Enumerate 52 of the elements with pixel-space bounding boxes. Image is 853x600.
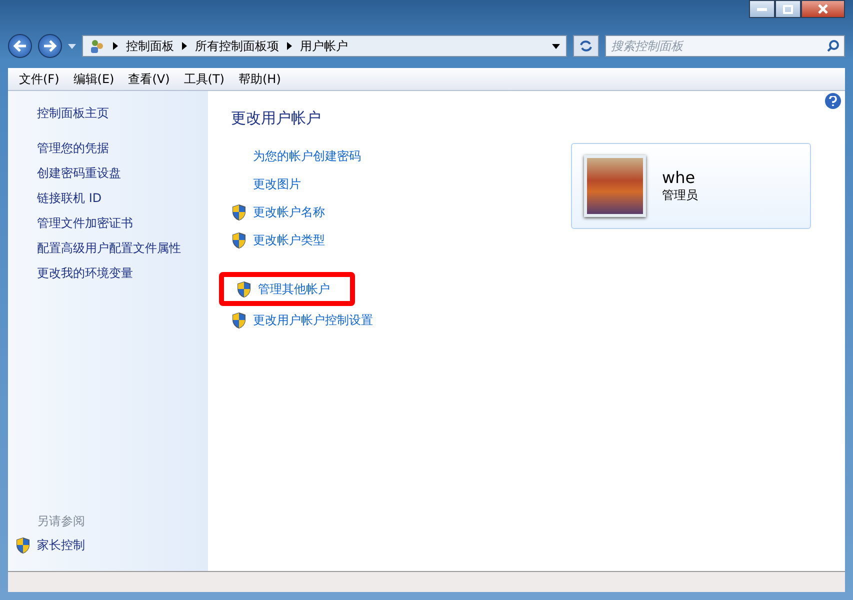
refresh-icon (579, 40, 593, 52)
task-link[interactable]: 更改图片 (231, 172, 321, 196)
refresh-button[interactable] (573, 35, 599, 57)
task-link[interactable]: 更改帐户名称 (231, 200, 345, 224)
search-icon (827, 40, 839, 52)
close-icon (818, 4, 828, 14)
menu-item[interactable]: 编辑(E) (68, 68, 120, 90)
sidebar-link[interactable]: 控制面板主页 (8, 101, 109, 126)
photo-placeholder (584, 155, 646, 217)
address-bar[interactable]: 控制面板 所有控制面板项 用户帐户 (82, 35, 567, 57)
account-role: 管理员 (662, 187, 698, 204)
shield-icon (236, 280, 252, 298)
chevron-icon (287, 42, 292, 50)
maximize-icon (783, 4, 793, 14)
dropdown-arrow-icon[interactable] (552, 44, 560, 48)
menu-item[interactable]: 查看(V) (123, 68, 175, 90)
menu-item[interactable]: 文件(F) (14, 68, 64, 90)
sidebar-link[interactable]: 创建密码重设盘 (8, 161, 121, 186)
breadcrumb[interactable]: 用户帐户 (300, 38, 348, 54)
users-icon (89, 38, 105, 54)
left-arrow-icon (13, 40, 27, 52)
account-name: whe (662, 168, 696, 187)
sidebar-link[interactable]: 管理您的凭据 (8, 136, 109, 161)
minimize-button[interactable] (749, 0, 775, 18)
maximize-button[interactable] (775, 0, 801, 18)
shield-icon (231, 312, 247, 328)
shield-icon (15, 536, 31, 554)
sidebar-link[interactable]: 管理文件加密证书 (8, 211, 133, 236)
breadcrumb[interactable]: 控制面板 (126, 38, 174, 54)
back-button[interactable] (8, 34, 32, 58)
task-link[interactable]: 更改用户帐户控制设置 (231, 308, 393, 332)
shield-icon (231, 204, 247, 220)
menu-item[interactable]: 帮助(H) (234, 68, 286, 90)
menu-item[interactable]: 工具(T) (178, 68, 230, 90)
chevron-icon (113, 42, 118, 50)
task-link[interactable]: 更改帐户类型 (231, 228, 345, 252)
sidebar-link[interactable]: 家长控制 (8, 533, 85, 557)
sidebar-link[interactable]: 链接联机 ID (8, 186, 102, 211)
minimize-icon (757, 7, 767, 11)
breadcrumb[interactable]: 所有控制面板项 (195, 38, 279, 54)
help-icon[interactable] (825, 93, 841, 109)
page-heading: 更改用户帐户 (231, 109, 322, 128)
chevron-icon (182, 42, 187, 50)
close-button[interactable] (801, 0, 845, 18)
shield-icon (231, 232, 247, 248)
see-also-heading: 另请参阅 (36, 513, 86, 530)
right-arrow-icon (43, 40, 57, 52)
task-link[interactable]: 管理其他帐户 (219, 272, 355, 306)
sidebar-link[interactable]: 更改我的环境变量 (8, 261, 133, 286)
task-link[interactable]: 为您的帐户创建密码 (231, 144, 381, 168)
sidebar-link[interactable]: 配置高级用户配置文件属性 (8, 236, 181, 261)
forward-button[interactable] (38, 34, 62, 58)
